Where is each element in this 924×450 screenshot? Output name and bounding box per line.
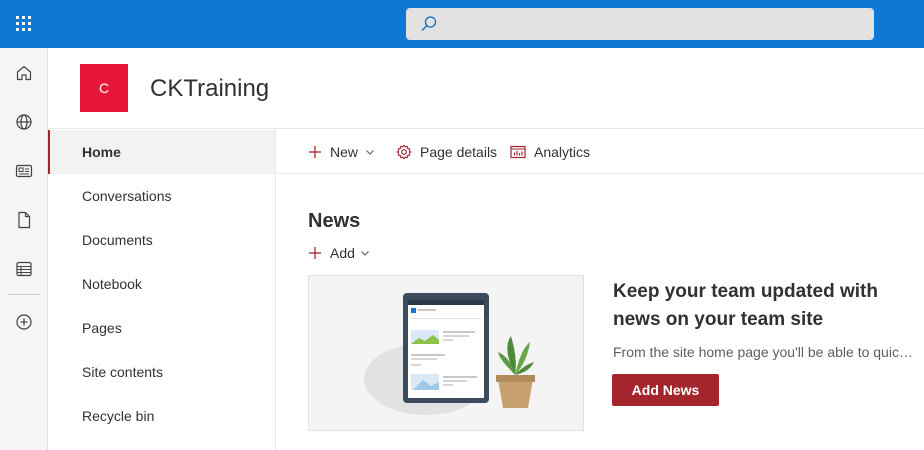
news-add-button[interactable]: Add	[308, 242, 370, 264]
appbar-home-button[interactable]	[0, 53, 48, 93]
nav-item-documents[interactable]: Documents	[48, 218, 275, 262]
lists-icon	[16, 261, 32, 277]
nav-item-label: Pages	[82, 320, 122, 336]
nav-item-label: Notebook	[82, 276, 142, 292]
nav-item-label: Site contents	[82, 364, 163, 380]
add-news-button[interactable]: Add News	[612, 374, 719, 406]
news-placeholder-description: From the site home page you'll be able t…	[613, 344, 915, 360]
nav-item-site-contents[interactable]: Site contents	[48, 350, 275, 394]
analytics-label: Analytics	[534, 144, 591, 160]
nav-item-conversations[interactable]: Conversations	[48, 174, 275, 218]
news-illustration-graphic	[364, 293, 535, 415]
news-illustration	[308, 275, 584, 431]
new-button[interactable]: New	[308, 130, 375, 174]
home-icon	[16, 65, 32, 81]
site-logo-letter: C	[98, 80, 110, 96]
analytics-button[interactable]: Analytics	[510, 130, 590, 174]
nav-item-home[interactable]: Home	[48, 130, 275, 174]
waffle-icon	[16, 16, 32, 32]
add-circle-icon	[16, 314, 32, 330]
search-box[interactable]	[406, 8, 874, 40]
news-section-title: News	[308, 210, 361, 232]
nav-item-recycle-bin[interactable]: Recycle bin	[48, 394, 275, 438]
nav-item-label: Conversations	[82, 188, 172, 204]
search-input[interactable]	[446, 8, 866, 40]
appbar-news-button[interactable]	[0, 151, 48, 191]
appbar-sites-button[interactable]	[0, 102, 48, 142]
appbar-create-button[interactable]	[0, 302, 48, 342]
nav-item-label: Documents	[82, 232, 153, 248]
document-icon	[18, 211, 31, 229]
chevron-down-icon	[366, 150, 374, 155]
globe-icon	[16, 114, 32, 130]
news-placeholder-heading: Keep your team updated with news on your…	[613, 281, 878, 330]
suite-bar	[0, 0, 924, 48]
analytics-icon	[510, 145, 526, 159]
appbar-divider	[8, 294, 40, 295]
site-title[interactable]: CKTraining	[150, 75, 269, 103]
app-launcher-button[interactable]	[0, 0, 48, 48]
page-details-button[interactable]: Page details	[396, 130, 497, 174]
gear-icon	[396, 144, 412, 160]
app-bar	[0, 48, 48, 450]
site-header: C CKTraining	[48, 48, 924, 129]
search-icon	[421, 16, 437, 31]
chevron-down-icon	[361, 251, 369, 256]
nav-item-label: Home	[82, 144, 121, 160]
nav-item-notebook[interactable]: Notebook	[48, 262, 275, 306]
plus-icon	[309, 146, 321, 158]
command-bar: New Page details Analytics	[277, 130, 924, 174]
plus-icon	[309, 247, 321, 259]
new-button-label: New	[330, 144, 359, 160]
page-details-label: Page details	[420, 144, 498, 160]
appbar-files-button[interactable]	[0, 200, 48, 240]
news-add-label: Add	[330, 245, 355, 261]
site-logo[interactable]: C	[80, 64, 128, 112]
left-navigation: Home Conversations Documents Notebook Pa…	[48, 130, 276, 450]
news-icon	[15, 164, 33, 178]
nav-item-label: Recycle bin	[82, 408, 155, 424]
appbar-lists-button[interactable]	[0, 249, 48, 289]
nav-item-pages[interactable]: Pages	[48, 306, 275, 350]
